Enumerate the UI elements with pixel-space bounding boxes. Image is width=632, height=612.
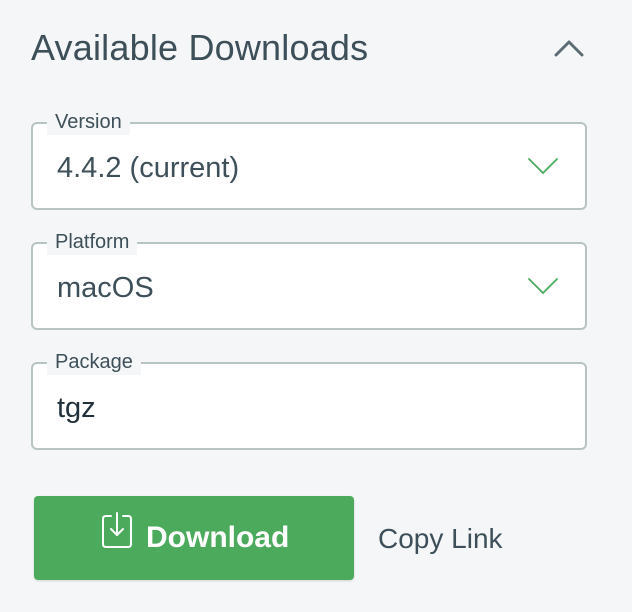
chevron-down-icon: [528, 158, 558, 174]
collapse-toggle-button[interactable]: [551, 30, 587, 66]
version-select[interactable]: Version 4.4.2 (current): [31, 109, 587, 210]
panel-header: Available Downloads: [31, 24, 591, 72]
download-icon: [102, 512, 132, 548]
download-button-label: Download: [146, 521, 290, 554]
platform-label: Platform: [47, 229, 138, 255]
chevron-up-icon: [554, 40, 584, 57]
copy-link[interactable]: Copy Link: [378, 521, 503, 557]
package-field[interactable]: Package tgz: [31, 349, 587, 450]
version-label: Version: [47, 109, 130, 135]
download-button[interactable]: Download: [34, 496, 354, 580]
version-value: 4.4.2 (current): [57, 152, 240, 184]
platform-select[interactable]: Platform macOS: [31, 229, 587, 330]
platform-value: macOS: [57, 272, 154, 304]
chevron-down-icon: [528, 278, 558, 294]
package-label: Package: [47, 349, 141, 375]
panel-title: Available Downloads: [31, 27, 369, 68]
available-downloads-panel: Available Downloads Version 4.4.2 (curre…: [0, 0, 632, 612]
package-value: tgz: [57, 392, 96, 424]
